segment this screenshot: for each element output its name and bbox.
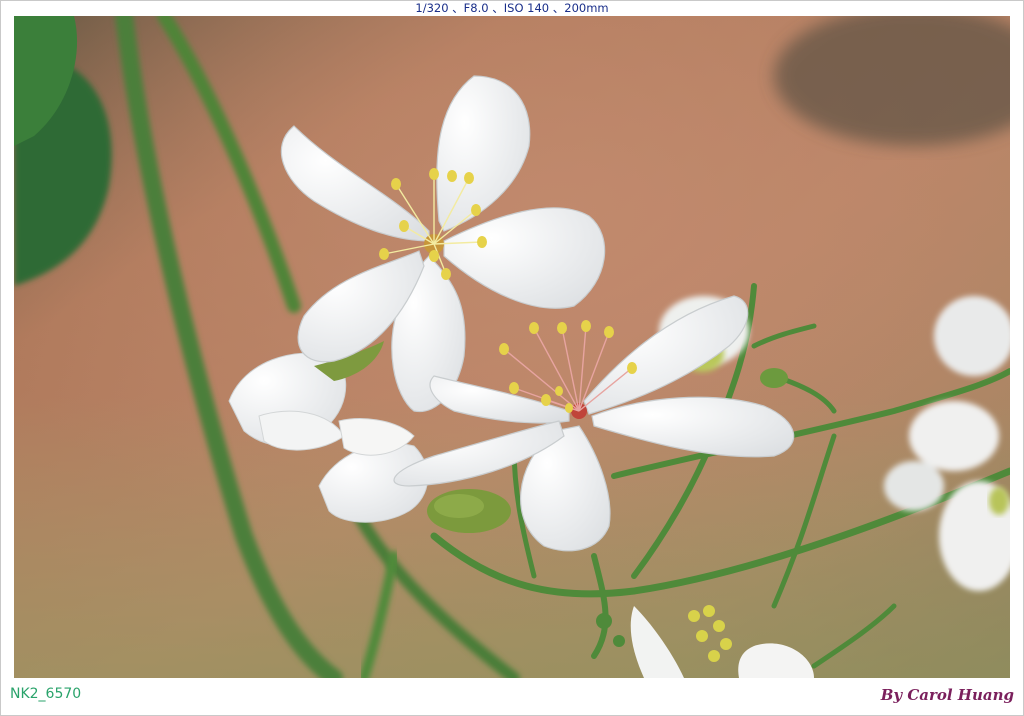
flower-photo-svg [14,16,1010,678]
file-id-label: NK2_6570 [10,686,82,702]
exif-caption: 1/320 、F8.0 、ISO 140 、200mm [415,1,609,15]
photograph [14,16,1010,678]
photographer-signature: By Carol Huang [880,686,1014,704]
